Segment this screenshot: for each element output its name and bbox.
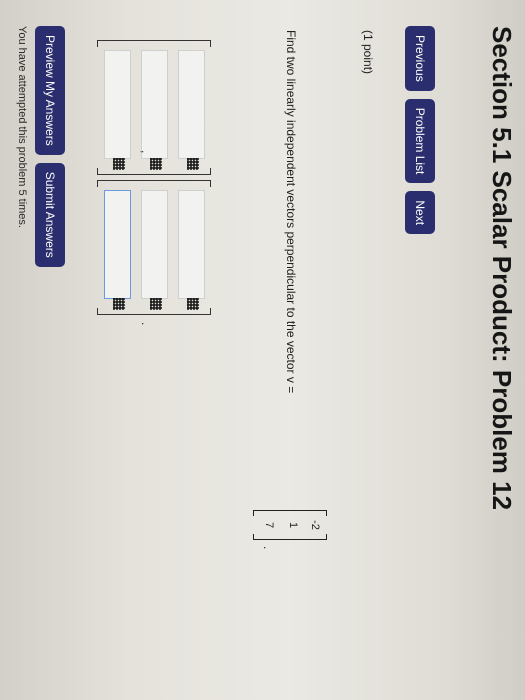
page-title: Section 5.1 Scalar Product: Problem 12: [487, 26, 517, 511]
answer-2-entry-2-input[interactable]: [141, 190, 168, 299]
answer-1-entry-3-input[interactable]: [104, 50, 131, 159]
next-button[interactable]: Next: [405, 191, 435, 235]
submit-answers-button[interactable]: Submit Answers: [35, 162, 65, 267]
answer-1-entry-2-input[interactable]: [141, 50, 168, 159]
preview-answers-button[interactable]: Preview My Answers: [35, 26, 65, 155]
vector-entry-1: -2: [309, 520, 321, 530]
answer-2-entry-3-input[interactable]: [104, 190, 131, 299]
answer-1-entry-1-input[interactable]: [178, 50, 205, 159]
attempts-text: You have attempted this problem 5 times.: [16, 26, 28, 228]
matrix-grid-icon[interactable]: [150, 158, 162, 170]
photo-background: Section 5.1 Scalar Product: Problem 12 P…: [0, 0, 525, 700]
matrix-grid-icon[interactable]: [113, 158, 125, 170]
previous-button[interactable]: Previous: [405, 26, 435, 91]
answer-vector-1: [97, 40, 211, 175]
matrix-grid-icon[interactable]: [187, 158, 199, 170]
answer-vector-2: [97, 180, 211, 315]
answer-2-entry-1-input[interactable]: [178, 190, 205, 299]
vector-entry-2: 1: [287, 521, 299, 529]
vector-entry-3: 7: [263, 521, 275, 529]
period: .: [261, 546, 275, 550]
problem-list-button[interactable]: Problem List: [405, 98, 435, 184]
period: .: [139, 322, 153, 326]
points-label: (1 point): [361, 30, 375, 75]
matrix-grid-icon[interactable]: [187, 298, 199, 310]
comma: ,: [139, 150, 153, 154]
webwork-page: Section 5.1 Scalar Product: Problem 12 P…: [0, 0, 525, 700]
matrix-grid-icon[interactable]: [113, 298, 125, 310]
given-vector: -2 1 7: [253, 510, 327, 540]
question-text: Find two linearly independent vectors pe…: [284, 30, 298, 394]
answer-actions: Preview My Answers Submit Answers: [35, 26, 65, 267]
problem-nav: Previous Problem List Next: [405, 26, 435, 235]
matrix-grid-icon[interactable]: [150, 298, 162, 310]
